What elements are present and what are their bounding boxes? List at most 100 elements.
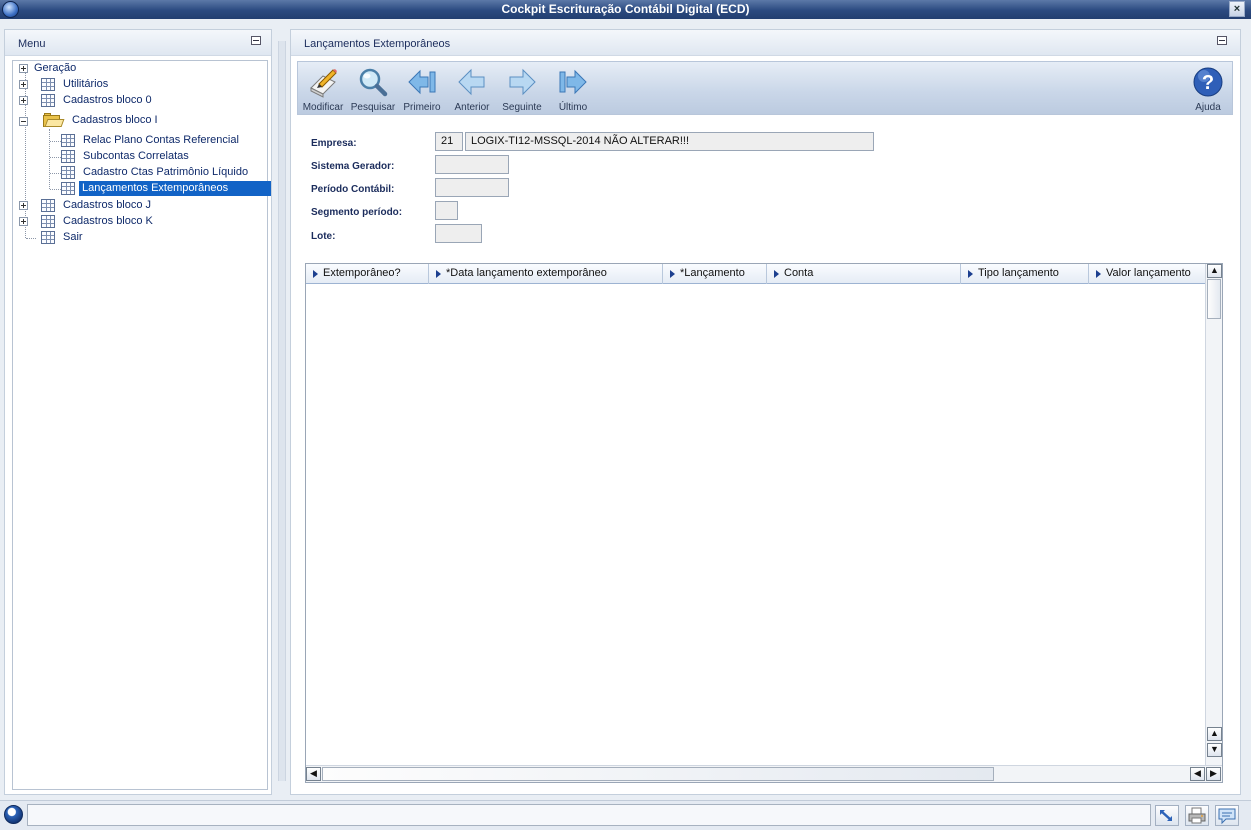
window-title: Cockpit Escrituração Contábil Digital (E… — [501, 2, 750, 16]
menu-item-sair[interactable]: Sair — [19, 230, 259, 245]
expand-plus-icon[interactable] — [19, 80, 28, 89]
empresa-label: Empresa: — [311, 138, 357, 149]
totvs-logo-icon — [4, 805, 23, 824]
scroll-up-arrow-icon[interactable]: ▲ — [1207, 264, 1222, 278]
segmento-periodo-field[interactable] — [435, 201, 458, 220]
menu-item-cadastros-bloco-j[interactable]: Cadastros bloco J — [19, 198, 259, 213]
expand-plus-icon[interactable] — [19, 64, 28, 73]
sort-arrow-icon — [968, 270, 973, 278]
menu-item-label: Cadastros bloco I — [72, 114, 158, 126]
column-header-lancamento[interactable]: *Lançamento — [663, 264, 767, 284]
grid-vertical-scrollbar[interactable]: ▲ ▲ ▼ — [1205, 264, 1222, 766]
print-button[interactable] — [1185, 805, 1209, 826]
vertical-scroll-thumb[interactable] — [1207, 279, 1221, 319]
messages-button[interactable] — [1215, 805, 1239, 826]
previous-arrow-icon — [458, 68, 485, 96]
sistema-gerador-field[interactable] — [435, 155, 509, 174]
sort-arrow-icon — [436, 270, 441, 278]
content-panel-title: Lançamentos Extemporâneos — [304, 38, 451, 50]
empresa-name-field[interactable]: LOGIX-TI12-MSSQL-2014 NÃO ALTERAR!!! — [465, 132, 874, 151]
sort-arrow-icon — [774, 270, 779, 278]
column-header-extemporaneo[interactable]: Extemporâneo? — [306, 264, 429, 284]
table-icon — [61, 150, 75, 163]
expand-plus-icon[interactable] — [19, 96, 28, 105]
scroll-right-arrow-icon[interactable]: ▶ — [1206, 767, 1221, 781]
ultimo-button[interactable]: Último — [550, 64, 596, 114]
periodo-contabil-label: Período Contábil: — [311, 184, 395, 195]
table-icon — [41, 215, 55, 228]
menu-item-label: Cadastros bloco K — [63, 215, 153, 227]
scroll-left-arrow-icon[interactable]: ◀ — [306, 767, 321, 781]
menu-item-label: Geração — [34, 62, 77, 74]
last-record-arrow-icon — [559, 69, 587, 95]
horizontal-scroll-thumb[interactable] — [322, 767, 994, 781]
lote-field[interactable] — [435, 224, 482, 243]
column-header-conta[interactable]: Conta — [767, 264, 961, 284]
content-collapse-icon[interactable] — [1217, 36, 1227, 45]
segmento-periodo-label: Segmento período: — [311, 207, 403, 218]
menu-tree: Geração Utilitários Cadastros bloco 0 Ca… — [12, 60, 271, 790]
ajuda-label: Ajuda — [1195, 102, 1221, 113]
sort-arrow-icon — [1096, 270, 1101, 278]
seguinte-button[interactable]: Seguinte — [499, 64, 545, 114]
first-record-arrow-icon — [408, 69, 436, 95]
menu-item-label: Sair — [63, 231, 83, 243]
printer-icon — [1188, 807, 1206, 824]
menu-item-label: Cadastro Ctas Patrimônio Líquido — [83, 166, 249, 178]
sistema-gerador-label: Sistema Gerador: — [311, 161, 395, 172]
grid-horizontal-scrollbar[interactable]: ◀ ◀ ▶ — [306, 765, 1222, 782]
grid-header: Extemporâneo? *Data lançamento extemporâ… — [306, 264, 1206, 284]
collapse-minus-icon[interactable] — [19, 117, 28, 126]
empresa-code-field[interactable]: 21 — [435, 132, 463, 151]
menu-item-label: Cadastros bloco J — [63, 199, 152, 211]
scroll-down-arrow-icon[interactable]: ▼ — [1207, 743, 1222, 757]
seguinte-label: Seguinte — [502, 102, 542, 113]
edit-pencil-icon — [310, 69, 337, 98]
content-panel: Lançamentos Extemporâneos Modificar Pesq… — [290, 29, 1241, 795]
menu-collapse-icon[interactable] — [251, 36, 261, 45]
modificar-button[interactable]: Modificar — [300, 64, 346, 114]
title-bar: Cockpit Escrituração Contábil Digital (E… — [0, 0, 1251, 19]
menu-item-cadastro-ctas-pl[interactable]: Cadastro Ctas Patrimônio Líquido — [61, 165, 261, 180]
connection-link-button[interactable] — [1155, 805, 1179, 826]
close-button[interactable]: × — [1229, 1, 1245, 17]
svg-text:?: ? — [1202, 72, 1214, 94]
table-icon — [61, 166, 75, 179]
lote-label: Lote: — [311, 231, 336, 242]
table-icon — [61, 134, 75, 147]
column-header-valor-lancamento[interactable]: Valor lançamento — [1089, 264, 1206, 284]
scroll-page-left-arrow-icon[interactable]: ◀ — [1190, 767, 1205, 781]
link-arrow-icon — [1160, 810, 1172, 821]
expand-plus-icon[interactable] — [19, 217, 28, 226]
ajuda-button[interactable]: ? Ajuda — [1186, 64, 1230, 114]
menu-item-label: Cadastros bloco 0 — [63, 94, 152, 106]
scroll-page-up-arrow-icon[interactable]: ▲ — [1207, 727, 1222, 741]
table-icon — [41, 94, 55, 107]
menu-item-utilitarios[interactable]: Utilitários — [19, 77, 259, 92]
status-message-field — [27, 804, 1151, 826]
menu-panel-header: Menu — [5, 30, 271, 56]
panel-splitter[interactable] — [278, 41, 286, 781]
expand-plus-icon[interactable] — [19, 201, 28, 210]
primeiro-label: Primeiro — [403, 102, 441, 113]
periodo-contabil-field[interactable] — [435, 178, 509, 197]
help-question-icon: ? — [1193, 67, 1223, 97]
column-header-tipo-lancamento[interactable]: Tipo lançamento — [961, 264, 1089, 284]
toolbar: Modificar Pesquisar Primeiro Anterior Se… — [297, 61, 1233, 115]
sort-arrow-icon — [313, 270, 318, 278]
pesquisar-label: Pesquisar — [350, 102, 396, 113]
primeiro-button[interactable]: Primeiro — [400, 64, 444, 114]
menu-item-cadastros-bloco-k[interactable]: Cadastros bloco K — [19, 214, 259, 229]
menu-item-geracao[interactable]: Geração — [19, 61, 259, 76]
menu-panel: Menu Geração Utilitários Cadastros bloco… — [4, 29, 272, 795]
menu-item-cadastros-bloco-0[interactable]: Cadastros bloco 0 — [19, 93, 259, 108]
column-header-data-lancamento[interactable]: *Data lançamento extemporâneo — [429, 264, 663, 284]
anterior-button[interactable]: Anterior — [449, 64, 495, 114]
pesquisar-button[interactable]: Pesquisar — [350, 64, 396, 114]
menu-item-subcontas-correlatas[interactable]: Subcontas Correlatas — [61, 149, 261, 164]
menu-item-relac-plano-contas[interactable]: Relac Plano Contas Referencial — [61, 133, 261, 148]
menu-item-lancamentos-extemporaneos[interactable]: Lançamentos Extemporâneos — [61, 181, 271, 196]
lancamentos-grid[interactable]: Extemporâneo? *Data lançamento extemporâ… — [305, 263, 1223, 783]
modificar-label: Modificar — [302, 102, 344, 113]
menu-item-cadastros-bloco-i[interactable]: Cadastros bloco I — [19, 112, 259, 130]
